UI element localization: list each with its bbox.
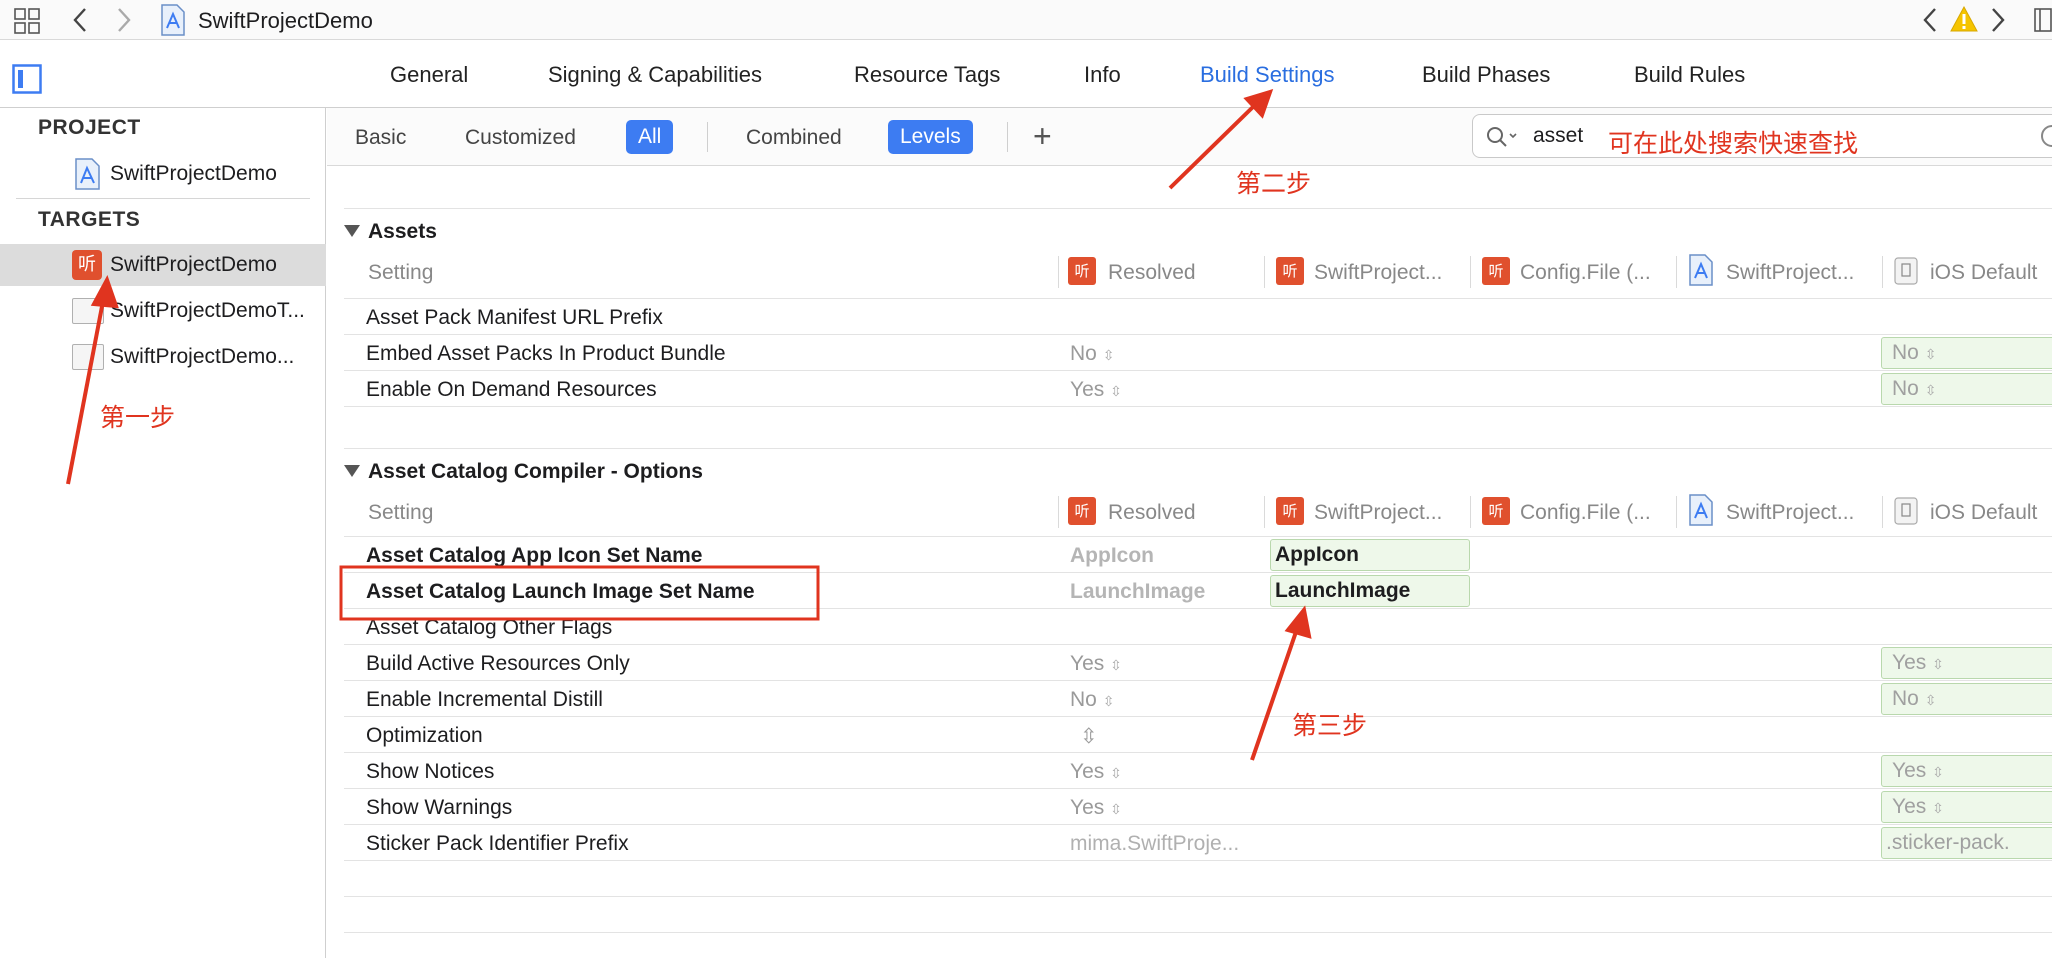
annotation-overlay (66, 88, 1312, 761)
highlight-box (339, 565, 820, 621)
step2-annotation: 第二步 (1236, 169, 1312, 198)
step1-annotation: 第一步 (100, 403, 176, 432)
step3-annotation: 第三步 (1292, 711, 1368, 740)
step1-arrowhead (90, 275, 119, 309)
step3-arrowhead (1284, 605, 1312, 639)
step1-arrow (66, 295, 106, 485)
